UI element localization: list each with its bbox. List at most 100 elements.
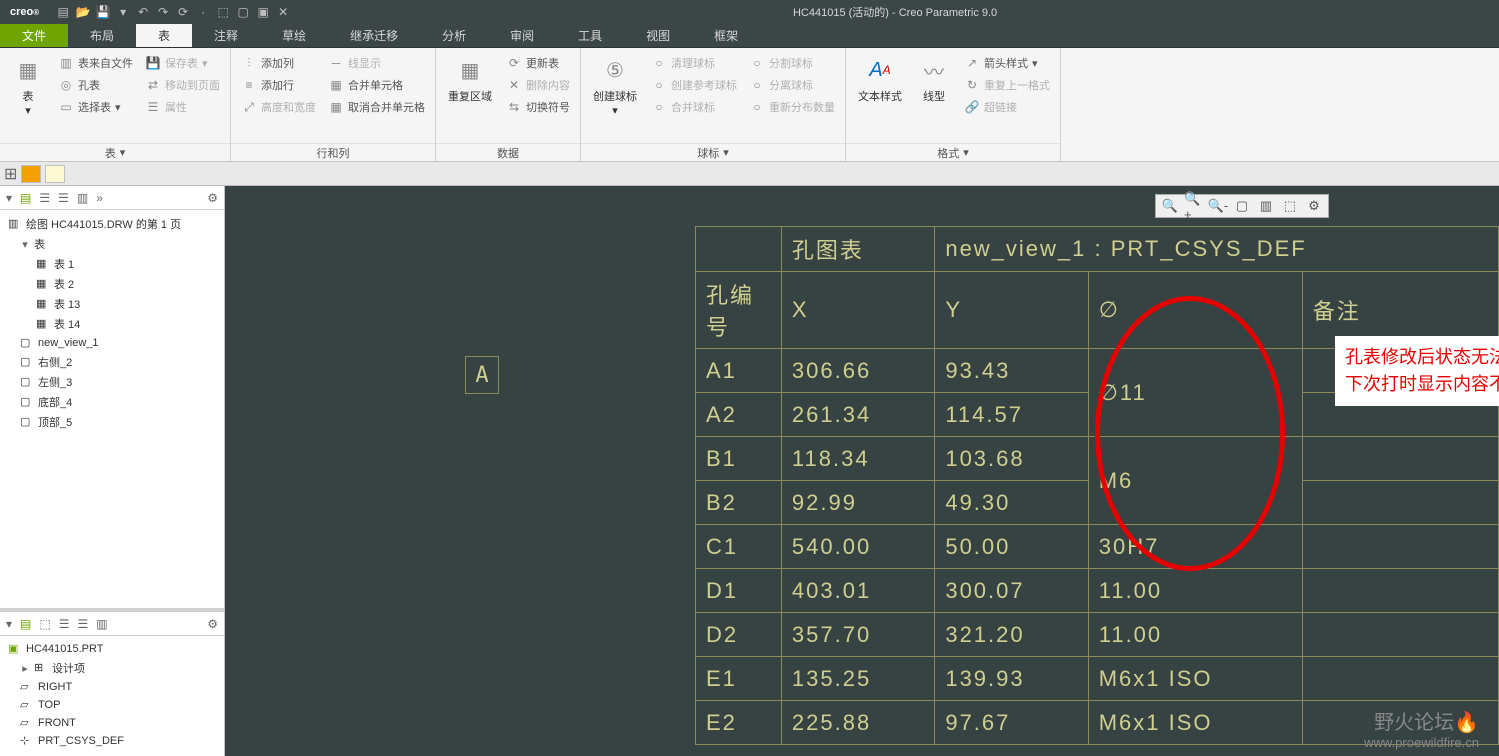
table-row[interactable]: D1403.01300.0711.00 [696,569,1499,613]
tree-top[interactable]: ▢顶部_5 [4,412,220,432]
settings2-icon[interactable]: ⚙ [207,617,218,631]
zoom-out-icon[interactable]: 🔍- [1208,196,1228,216]
tab-sketch[interactable]: 草绘 [260,24,328,47]
table-from-file-button[interactable]: ▥表来自文件 [54,52,137,74]
list-view-icon[interactable]: ☰ [39,191,50,205]
hole-table-title-row[interactable]: 孔图表 new_view_1 : PRT_CSYS_DEF [696,227,1499,272]
doctab-tree-icon[interactable]: ⊞ [4,164,17,184]
merge-balloon-button[interactable]: ○合并球标 [647,96,741,118]
collapse-icon[interactable]: ▾ [20,238,30,251]
drawing-canvas[interactable]: 🔍 🔍+ 🔍- ▢ ▥ ⬚ ⚙ A 孔图表 new_view_1 : PRT_C… [225,186,1499,756]
tab-layout[interactable]: 布局 [68,24,136,47]
save-icon[interactable]: 💾 [95,4,111,20]
tab-annotate[interactable]: 注释 [192,24,260,47]
insert-table-button[interactable]: ▦表▾ [6,52,50,119]
tab-frame[interactable]: 框架 [692,24,760,47]
tree-left[interactable]: ▢左侧_3 [4,372,220,392]
move-to-page-button[interactable]: ⇄移动到页面 [141,74,224,96]
list2-icon[interactable]: ☰ [58,191,69,205]
tab-table[interactable]: 表 [136,24,192,47]
tree-design[interactable]: ▸⊞设计项 [4,658,220,678]
hyperlink-button[interactable]: 🔗超链接 [960,96,1054,118]
window2-icon[interactable]: ▣ [255,4,271,20]
close-icon[interactable]: ✕ [275,4,291,20]
tree-datum-front[interactable]: ▱FRONT [4,714,220,732]
tab-view[interactable]: 视图 [624,24,692,47]
create-ref-balloon-button[interactable]: ○创建参考球标 [647,74,741,96]
tree-datum-top[interactable]: ▱TOP [4,696,220,714]
layer-icon[interactable]: ⬚ [1280,196,1300,216]
tree-csys[interactable]: ⊹PRT_CSYS_DEF [4,732,220,750]
expand-icon[interactable]: ▸ [20,662,30,675]
tab-analysis[interactable]: 分析 [420,24,488,47]
col-x[interactable]: X [781,272,934,349]
unmerge-cells-button[interactable]: ▦取消合并单元格 [324,96,429,118]
tab-review[interactable]: 审阅 [488,24,556,47]
select-table-button[interactable]: ▭选择表▾ [54,96,137,118]
add-column-button[interactable]: ⫶添加列 [237,52,320,74]
tab-inherit[interactable]: 继承迁移 [328,24,420,47]
cols-icon[interactable]: ▥ [77,191,88,205]
properties-button[interactable]: ☰属性 [141,96,224,118]
tab-tools[interactable]: 工具 [556,24,624,47]
cleanup-balloon-button[interactable]: ○清理球标 [647,52,741,74]
view-label-a[interactable]: A [465,356,499,394]
open-icon[interactable]: 📂 [75,4,91,20]
repeat-region-button[interactable]: ▦重复区域 [442,52,498,106]
tree-right[interactable]: ▢右侧_2 [4,352,220,372]
tree-table-13[interactable]: ▦表 13 [4,294,220,314]
redist-qty-button[interactable]: ○重新分布数量 [745,96,839,118]
cols2-icon[interactable]: ▥ [96,617,107,631]
arrow-style-button[interactable]: ↗箭头样式▾ [960,52,1054,74]
merge-cells-button[interactable]: ▦合并单元格 [324,74,429,96]
col-id[interactable]: 孔编号 [696,272,782,349]
text-style-button[interactable]: AA文本样式 [852,52,908,106]
delete-content-button[interactable]: ✕删除内容 [502,74,574,96]
height-width-button[interactable]: ⤢高度和宽度 [237,96,320,118]
split-balloon-button[interactable]: ○分割球标 [745,52,839,74]
doctab-1[interactable] [21,165,41,183]
tree-table-2[interactable]: ▦表 2 [4,274,220,294]
tree-table-1[interactable]: ▦表 1 [4,254,220,274]
tree-table-14[interactable]: ▦表 14 [4,314,220,334]
save-dropdown-icon[interactable]: ▾ [115,4,131,20]
table-row[interactable]: C1540.0050.0030H7 [696,525,1499,569]
doctab-2[interactable] [45,165,65,183]
sheet-icon[interactable]: ▥ [1256,196,1276,216]
zoom-in-icon[interactable]: 🔍+ [1184,196,1204,216]
tab-file[interactable]: 文件 [0,24,68,47]
refit-icon[interactable]: ▢ [1232,196,1252,216]
switch-symbol-button[interactable]: ⇆切换符号 [502,96,574,118]
detach-balloon-button[interactable]: ○分离球标 [745,74,839,96]
undo-icon[interactable]: ↶ [135,4,151,20]
collapse-icon[interactable]: ▾ [6,617,12,631]
tree-datum-right[interactable]: ▱RIGHT [4,678,220,696]
hole-table-title[interactable]: 孔图表 [781,227,934,272]
update-table-button[interactable]: ⟳更新表 [502,52,574,74]
redo-icon[interactable]: ↷ [155,4,171,20]
table-row[interactable]: D2357.70321.2011.00 [696,613,1499,657]
save-table-button[interactable]: 💾保存表▾ [141,52,224,74]
line-display-button[interactable]: ─线显示 [324,52,429,74]
tree-root[interactable]: ▥绘图 HC441015.DRW 的第 1 页 [4,214,220,234]
regen-icon[interactable]: ⟳ [175,4,191,20]
repeat-format-button[interactable]: ↻重复上一格式 [960,74,1054,96]
tree-bottom[interactable]: ▢底部_4 [4,392,220,412]
hole-table-csys[interactable]: new_view_1 : PRT_CSYS_DEF [935,227,1499,272]
hole-table-button[interactable]: ◎孔表 [54,74,137,96]
filter-icon[interactable]: ☰ [59,617,70,631]
settings-icon[interactable]: ⚙ [207,191,218,205]
new-icon[interactable]: ▤ [55,4,71,20]
layers-icon[interactable]: ⬚ [39,617,50,631]
tree-view-icon[interactable]: ▤ [20,191,31,205]
hole-table[interactable]: 孔图表 new_view_1 : PRT_CSYS_DEF 孔编号 X Y ∅ … [695,226,1499,745]
add-row-button[interactable]: ≡添加行 [237,74,320,96]
window-icon[interactable]: ▢ [235,4,251,20]
create-balloon-button[interactable]: ⑤创建球标▾ [587,52,643,119]
col-y[interactable]: Y [935,272,1088,349]
select-mode-icon[interactable]: ⬚ [215,4,231,20]
zoom-fit-icon[interactable]: 🔍 [1160,196,1180,216]
filter2-icon[interactable]: ☰ [77,617,88,631]
table-row[interactable]: E1135.25139.93M6x1 ISO [696,657,1499,701]
line-type-button[interactable]: 〰线型 [912,52,956,106]
